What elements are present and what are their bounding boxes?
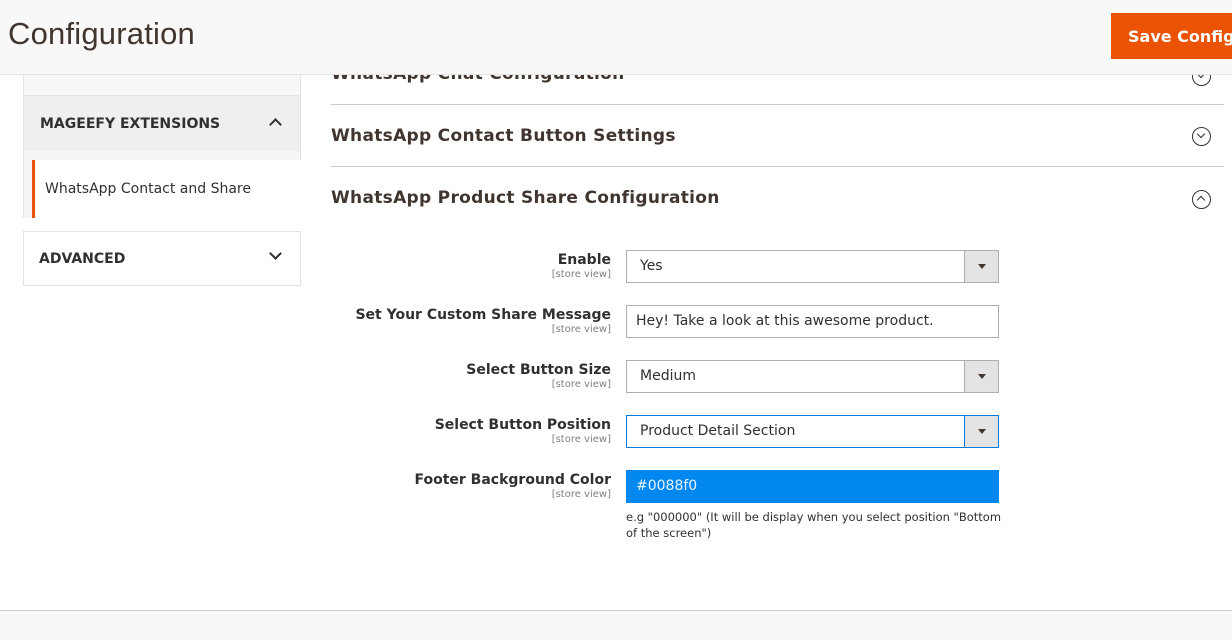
field-row-button-position: Select Button Position [store view] Prod…	[331, 415, 1224, 455]
field-scope: [store view]	[551, 489, 611, 500]
input-value: #0088f0	[636, 478, 698, 494]
select-value: Medium	[640, 368, 696, 384]
button-size-select[interactable]: Medium	[626, 360, 999, 393]
enable-select[interactable]: Yes	[626, 250, 999, 283]
sidebar-item-whatsapp-contact-share[interactable]: WhatsApp Contact and Share	[32, 160, 302, 218]
field-row-footer-bg-color: Footer Background Color [store view] #00…	[331, 470, 1224, 510]
tab-advanced[interactable]: ADVANCED	[23, 231, 301, 286]
save-config-button[interactable]: Save Config	[1111, 13, 1232, 59]
dropdown-arrow-icon[interactable]	[964, 361, 998, 392]
tab-advanced-label: ADVANCED	[39, 251, 126, 267]
footer-bg-color-input[interactable]: #0088f0	[626, 470, 999, 503]
dropdown-arrow-icon[interactable]	[964, 251, 998, 282]
section-whatsapp-product-share[interactable]: WhatsApp Product Share Configuration	[331, 167, 1224, 227]
button-position-select[interactable]: Product Detail Section	[626, 415, 999, 448]
sidebar-item-label: WhatsApp Contact and Share	[45, 181, 251, 197]
field-scope: [store view]	[551, 379, 611, 390]
section-title: WhatsApp Contact Button Settings	[331, 126, 676, 146]
field-label: Set Your Custom Share Message [store vie…	[355, 307, 611, 335]
field-scope: [store view]	[551, 434, 611, 445]
field-label-text: Enable	[557, 252, 611, 268]
share-message-input[interactable]: Hey! Take a look at this awesome product…	[626, 305, 999, 338]
field-label-text: Select Button Size	[466, 362, 611, 378]
field-row-enable: Enable [store view] Yes	[331, 250, 1224, 290]
chevron-down-icon	[269, 247, 282, 260]
page-header: Configuration Save Config	[0, 0, 1232, 75]
select-value: Yes	[640, 258, 663, 274]
circle-chevron-up-icon[interactable]	[1192, 190, 1211, 209]
field-label-text: Select Button Position	[434, 417, 611, 433]
field-label-text: Footer Background Color	[414, 472, 611, 488]
field-label-text: Set Your Custom Share Message	[355, 307, 611, 323]
field-scope: [store view]	[551, 324, 611, 335]
tab-item-container: WhatsApp Contact and Share	[23, 151, 302, 218]
field-label: Footer Background Color [store view]	[414, 472, 611, 500]
section-title: WhatsApp Product Share Configuration	[331, 188, 720, 208]
field-scope: [store view]	[551, 269, 611, 280]
field-label: Select Button Position [store view]	[435, 417, 611, 445]
page-title: Configuration	[8, 16, 195, 51]
select-value: Product Detail Section	[640, 423, 796, 439]
dropdown-arrow-icon[interactable]	[964, 416, 998, 447]
tab-mageefy-extensions-label: MAGEEFY EXTENSIONS	[40, 116, 221, 132]
section-whatsapp-contact-button[interactable]: WhatsApp Contact Button Settings	[331, 105, 1224, 167]
field-label: Enable [store view]	[552, 252, 611, 280]
tab-mageefy-extensions[interactable]: MAGEEFY EXTENSIONS	[23, 96, 301, 151]
field-note: e.g "000000" (It will be display when yo…	[626, 510, 1002, 540]
field-row-button-size: Select Button Size [store view] Medium	[331, 360, 1224, 400]
input-value: Hey! Take a look at this awesome product…	[636, 313, 934, 329]
chevron-up-icon	[269, 118, 282, 131]
circle-chevron-down-icon[interactable]	[1192, 127, 1211, 146]
field-label: Select Button Size [store view]	[466, 362, 611, 390]
field-row-share-message: Set Your Custom Share Message [store vie…	[331, 305, 1224, 345]
page-footer	[0, 610, 1232, 640]
